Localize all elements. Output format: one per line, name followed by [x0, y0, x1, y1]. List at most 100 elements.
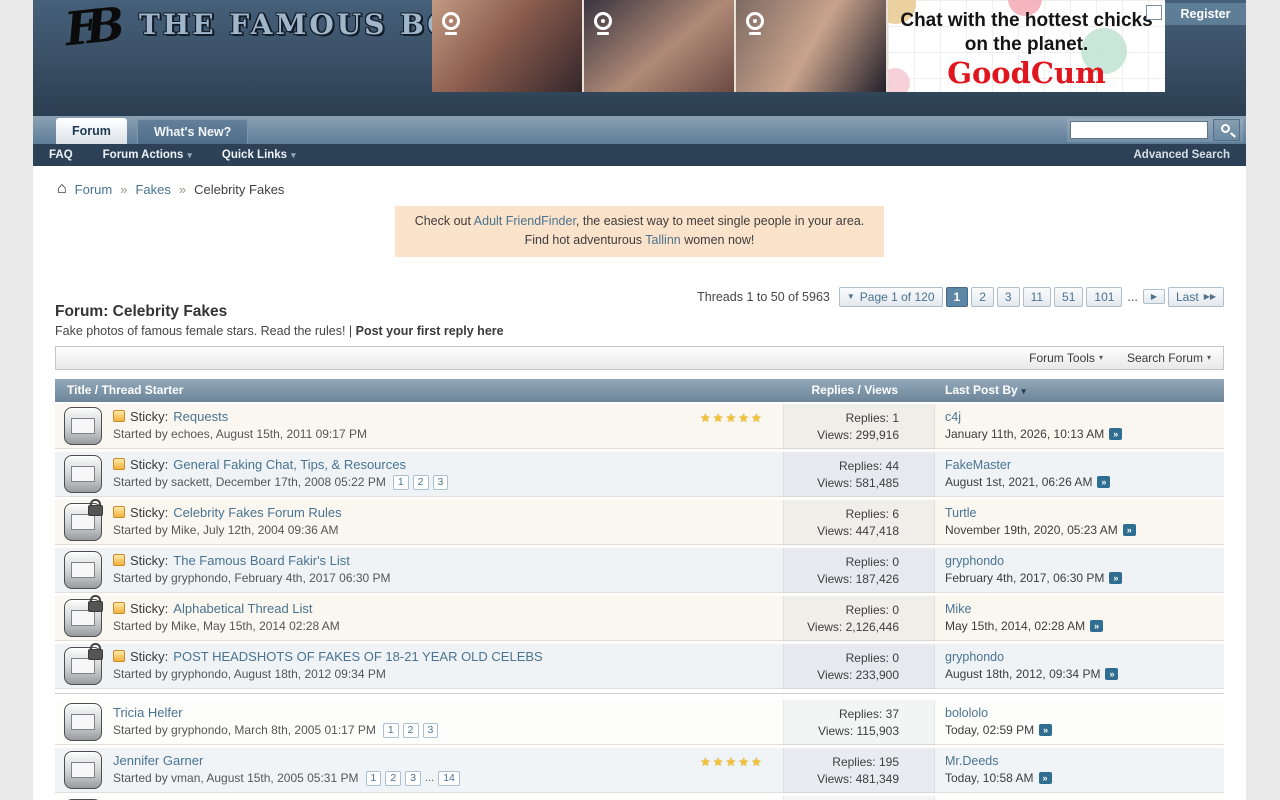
page-link[interactable]: 2: [385, 771, 401, 786]
goto-last-post-icon[interactable]: »: [1090, 620, 1103, 632]
goto-last-post-icon[interactable]: »: [1123, 524, 1136, 536]
thread-title-link[interactable]: POST HEADSHOTS OF FAKES OF 18-21 YEAR OL…: [173, 649, 542, 664]
search-forum-menu[interactable]: Search Forum ▾: [1127, 351, 1211, 365]
register-button[interactable]: Register: [1165, 3, 1246, 25]
page-link[interactable]: 3: [433, 475, 449, 490]
tab-whats-new[interactable]: What's New?: [137, 119, 248, 144]
last-post-user-link[interactable]: gryphondo: [945, 554, 1122, 568]
last-post-date: January 11th, 2026, 10:13 AM: [945, 427, 1104, 441]
page-link-current[interactable]: 1: [946, 287, 969, 307]
goto-last-post-icon[interactable]: »: [1109, 572, 1122, 584]
goto-last-post-icon[interactable]: »: [1097, 476, 1110, 488]
page-link[interactable]: 2: [971, 287, 994, 307]
page-link[interactable]: 51: [1054, 287, 1083, 307]
thread-title-link[interactable]: Tricia Helfer: [113, 705, 183, 720]
page-link[interactable]: 1: [393, 475, 409, 490]
thread-page-links: 123: [393, 475, 449, 490]
thread-main-cell: Sticky: Celebrity Fakes Forum Rules Star…: [113, 500, 713, 545]
thread-title-link[interactable]: Celebrity Fakes Forum Rules: [173, 505, 341, 520]
next-page-button[interactable]: ▶: [1143, 289, 1165, 304]
table-row: Sticky: POST HEADSHOTS OF FAKES OF 18-21…: [55, 644, 1224, 689]
thread-page-links: 123...14: [366, 771, 460, 786]
page-link[interactable]: 1: [366, 771, 382, 786]
thread-title-link[interactable]: General Faking Chat, Tips, & Resources: [173, 457, 406, 472]
column-replies-views[interactable]: Replies / Views: [812, 383, 899, 397]
ad-banner[interactable]: Chat with the hottest chicks on the plan…: [432, 0, 1165, 92]
secondary-navbar: FAQ Forum Actions ▾ Quick Links ▾ Advanc…: [33, 144, 1246, 166]
page-link[interactable]: 2: [403, 723, 419, 738]
advanced-search-link[interactable]: Advanced Search: [1133, 149, 1230, 161]
ad-photo-placeholder[interactable]: [736, 0, 888, 92]
ad-text-panel[interactable]: Chat with the hottest chicks on the plan…: [888, 0, 1165, 92]
last-post-cell: bolololo Today, 02:59 PM »: [945, 706, 1052, 737]
last-post-user-link[interactable]: Mr.Deeds: [945, 754, 1052, 768]
goto-last-post-icon[interactable]: »: [1039, 724, 1052, 736]
thread-starter-text: Started by echoes, August 15th, 2011 09:…: [113, 427, 367, 441]
thread-main-cell: Sticky: POST HEADSHOTS OF FAKES OF 18-21…: [113, 644, 713, 689]
first-reply-link[interactable]: Post your first reply here: [356, 324, 504, 338]
nav-faq[interactable]: FAQ: [49, 149, 73, 161]
last-page-button[interactable]: Last ▶▶: [1168, 287, 1224, 307]
thread-main-cell: Jennifer Garner Started by vman, August …: [113, 748, 713, 793]
last-post-cell: gryphondo February 4th, 2017, 06:30 PM »: [945, 554, 1122, 585]
last-post-user-link[interactable]: bolololo: [945, 706, 1052, 720]
login-field-stub[interactable]: [1146, 5, 1162, 20]
table-row: Sticky: Requests Started by echoes, Augu…: [55, 404, 1224, 449]
last-post-user-link[interactable]: gryphondo: [945, 650, 1118, 664]
last-post-user-link[interactable]: FakeMaster: [945, 458, 1110, 472]
column-last-post-by[interactable]: Last Post By▼: [945, 383, 1028, 397]
tab-forum[interactable]: Forum: [56, 119, 127, 144]
thread-title-link[interactable]: Alphabetical Thread List: [173, 601, 312, 616]
page-link[interactable]: 101: [1086, 287, 1122, 307]
webcam-icon: [746, 12, 770, 38]
home-icon[interactable]: ⌂: [57, 181, 67, 197]
column-title-thread-starter[interactable]: Title / Thread Starter: [67, 383, 183, 397]
last-post-user-link[interactable]: Mike: [945, 602, 1103, 616]
notice-link-friendfinder[interactable]: Adult FriendFinder: [474, 214, 576, 228]
notice-text: , the easiest way to meet single people …: [576, 214, 864, 228]
breadcrumb-fakes[interactable]: Fakes: [135, 182, 170, 197]
last-post-date: November 19th, 2020, 05:23 AM: [945, 523, 1118, 537]
thread-title-link[interactable]: Jennifer Garner: [113, 753, 203, 768]
envelope-icon: [64, 503, 102, 541]
ad-photo-placeholder[interactable]: [432, 0, 584, 92]
page-link[interactable]: 3: [423, 723, 439, 738]
thread-title-link[interactable]: Requests: [173, 409, 228, 424]
nav-quick-links-label: Quick Links: [222, 149, 287, 161]
last-post-user-link[interactable]: Turtle: [945, 506, 1136, 520]
forum-tools-menu[interactable]: Forum Tools ▾: [1029, 351, 1103, 365]
breadcrumb-forum[interactable]: Forum: [75, 182, 113, 197]
nav-forum-actions[interactable]: Forum Actions ▾: [103, 149, 192, 161]
page-link[interactable]: 3: [405, 771, 421, 786]
search-forum-label: Search Forum: [1127, 351, 1203, 365]
thread-starter-text: Started by Mike, May 15th, 2014 02:28 AM: [113, 619, 340, 633]
page-selector-button[interactable]: ▼ Page 1 of 120: [839, 287, 943, 307]
envelope-icon: [64, 703, 102, 741]
search-button[interactable]: [1213, 119, 1240, 141]
page-link[interactable]: 1: [383, 723, 399, 738]
thread-starter-text: Started by Mike, July 12th, 2004 09:36 A…: [113, 523, 338, 537]
sticky-section-divider: [55, 693, 1224, 697]
forum-description-text: Fake photos of famous female stars. Read…: [55, 324, 356, 338]
goto-last-post-icon[interactable]: »: [1105, 668, 1118, 680]
page-link[interactable]: 11: [1023, 287, 1051, 307]
nav-quick-links[interactable]: Quick Links ▾: [222, 149, 296, 161]
replies-count: Replies: 0: [846, 651, 899, 665]
goto-last-post-icon[interactable]: »: [1109, 428, 1122, 440]
page-link[interactable]: 14: [438, 771, 460, 786]
thread-starter-text: Started by vman, August 15th, 2005 05:31…: [113, 771, 359, 785]
ad-brand[interactable]: GoodCum: [888, 59, 1165, 88]
page-link[interactable]: 2: [413, 475, 429, 490]
goto-last-post-icon[interactable]: »: [1039, 772, 1052, 784]
site-logo-monogram[interactable]: FB: [62, 0, 115, 56]
sticky-label: Sticky:: [130, 409, 168, 424]
ad-photo-placeholder[interactable]: [584, 0, 736, 92]
search-input[interactable]: [1070, 121, 1208, 139]
page-link[interactable]: 3: [997, 287, 1020, 307]
thread-title-link[interactable]: The Famous Board Fakir's List: [173, 553, 350, 568]
thread-status-cell: [55, 748, 109, 793]
chevron-down-icon: ▾: [291, 150, 296, 161]
sticky-label: Sticky:: [130, 601, 168, 616]
notice-link-city[interactable]: Tallinn: [645, 233, 680, 247]
last-post-user-link[interactable]: c4j: [945, 410, 1122, 424]
